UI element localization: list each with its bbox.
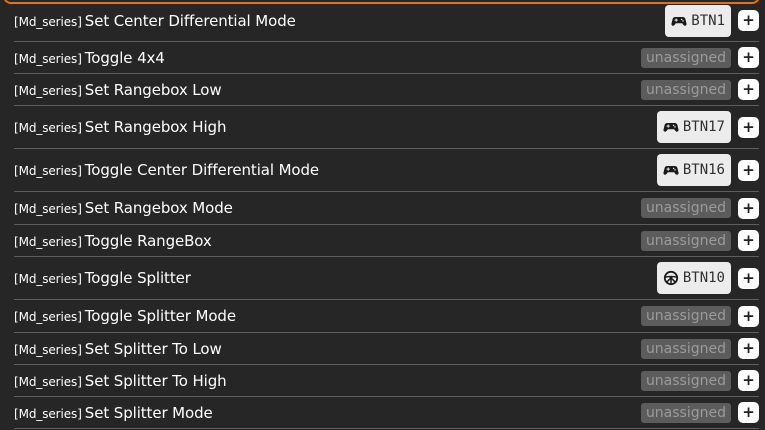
binding-controls: BTN17 + — [656, 111, 759, 143]
binding-controls: BTN16 + — [656, 154, 759, 186]
unassigned-badge[interactable]: unassigned — [640, 47, 731, 68]
binding-controls: unassigned + — [640, 402, 759, 423]
binding-button[interactable]: BTN1 — [665, 4, 731, 37]
binding-row[interactable]: [Md_series] Set Splitter To Low unassigne… — [14, 333, 759, 365]
binding-prefix: [Md_series] — [14, 234, 82, 249]
binding-controls: unassigned + — [640, 47, 759, 68]
binding-prefix: [Md_series] — [14, 83, 82, 98]
add-binding-button[interactable]: + — [738, 402, 759, 423]
binding-name: Toggle Splitter — [84, 269, 191, 287]
binding-prefix: [Md_series] — [14, 342, 82, 357]
binding-value: BTN1 — [691, 12, 725, 29]
binding-label: [Md_series] Toggle Center Differential Mo… — [14, 161, 319, 179]
gamepad-icon — [663, 119, 679, 135]
add-binding-button[interactable]: + — [738, 79, 759, 100]
add-binding-button[interactable]: + — [738, 338, 759, 359]
binding-controls: unassigned + — [640, 305, 759, 327]
add-binding-button[interactable]: + — [738, 197, 759, 219]
binding-prefix: [Md_series] — [14, 51, 82, 66]
bindings-panel: [Md_series] Set Center Differential Mode … — [0, 0, 765, 430]
binding-row[interactable]: [Md_series] Set Center Differential Mode … — [14, 0, 759, 42]
binding-value: BTN16 — [682, 162, 725, 178]
binding-label: [Md_series] Set Rangebox Mode — [14, 199, 233, 217]
binding-label: [Md_series] Set Rangebox Low — [14, 81, 222, 99]
steering-wheel-icon — [663, 270, 679, 286]
binding-label: [Md_series] Toggle 4x4 — [14, 49, 165, 67]
binding-name: Set Rangebox Mode — [84, 199, 233, 217]
binding-row[interactable]: [Md_series] Toggle Splitter Mode unassign… — [14, 300, 759, 333]
binding-row[interactable]: [Md_series] Toggle 4x4 unassigned + — [14, 42, 759, 74]
binding-label: [Md_series] Set Center Differential Mode — [14, 12, 296, 30]
binding-name: Toggle RangeBox — [84, 231, 212, 250]
binding-label: [Md_series] Set Splitter To Low — [14, 340, 222, 358]
binding-prefix: [Md_series] — [14, 164, 82, 178]
binding-controls: BTN1 + — [665, 4, 759, 37]
binding-name: Set Splitter Mode — [84, 403, 213, 422]
binding-name: Toggle Splitter Mode — [84, 307, 236, 325]
binding-value: BTN17 — [682, 119, 725, 135]
add-binding-button[interactable]: + — [738, 305, 759, 327]
binding-label: [Md_series] Toggle Splitter — [14, 269, 191, 287]
unassigned-badge[interactable]: unassigned — [640, 198, 731, 218]
binding-controls: unassigned + — [640, 338, 759, 359]
gamepad-icon — [671, 13, 687, 29]
binding-name: Set Splitter To Low — [84, 339, 222, 358]
binding-label: [Md_series] Toggle RangeBox — [14, 232, 212, 250]
unassigned-badge[interactable]: unassigned — [640, 370, 731, 391]
binding-list: [Md_series] Set Center Differential Mode … — [14, 0, 759, 429]
binding-prefix: [Md_series] — [14, 14, 82, 29]
binding-button[interactable]: BTN16 — [656, 154, 731, 186]
binding-row[interactable]: [Md_series] Toggle RangeBox unassigned + — [14, 225, 759, 257]
binding-controls: unassigned + — [640, 370, 759, 391]
unassigned-badge[interactable]: unassigned — [640, 306, 731, 326]
binding-controls: unassigned + — [640, 197, 759, 219]
add-binding-button[interactable]: + — [738, 267, 759, 289]
add-binding-button[interactable]: + — [738, 230, 759, 251]
binding-controls: unassigned + — [640, 230, 759, 251]
binding-button[interactable]: BTN17 — [656, 111, 731, 143]
binding-name: Set Center Differential Mode — [84, 11, 296, 30]
binding-row[interactable]: [Md_series] Set Rangebox High BTN17 + — [14, 106, 759, 149]
binding-prefix: [Md_series] — [14, 310, 82, 324]
add-binding-button[interactable]: + — [738, 116, 759, 138]
binding-name: Set Splitter To High — [84, 371, 227, 390]
binding-row[interactable]: [Md_series] Toggle Center Differential Mo… — [14, 149, 759, 192]
binding-button[interactable]: BTN10 — [656, 262, 731, 294]
add-binding-button[interactable]: + — [738, 10, 759, 31]
binding-prefix: [Md_series] — [14, 272, 82, 286]
unassigned-badge[interactable]: unassigned — [640, 402, 731, 423]
binding-row[interactable]: [Md_series] Toggle Splitter BTN10 + — [14, 257, 759, 300]
binding-row[interactable]: [Md_series] Set Rangebox Mode unassigned … — [14, 192, 759, 225]
binding-name: Toggle Center Differential Mode — [84, 161, 320, 179]
binding-row[interactable]: [Md_series] Set Splitter Mode unassigned … — [14, 397, 759, 429]
gamepad-icon — [663, 162, 679, 178]
binding-name: Set Rangebox Low — [84, 80, 222, 99]
binding-label: [Md_series] Set Rangebox High — [14, 118, 226, 136]
binding-controls: BTN10 + — [656, 262, 759, 294]
add-binding-button[interactable]: + — [738, 370, 759, 391]
binding-prefix: [Md_series] — [14, 406, 82, 421]
unassigned-badge[interactable]: unassigned — [640, 79, 731, 100]
add-binding-button[interactable]: + — [738, 47, 759, 68]
binding-prefix: [Md_series] — [14, 374, 82, 389]
binding-label: [Md_series] Set Splitter Mode — [14, 404, 213, 422]
binding-prefix: [Md_series] — [14, 121, 82, 135]
binding-value: BTN10 — [682, 270, 725, 286]
binding-row[interactable]: [Md_series] Set Rangebox Low unassigned + — [14, 74, 759, 106]
binding-label: [Md_series] Set Splitter To High — [14, 372, 227, 390]
binding-name: Set Rangebox High — [84, 118, 227, 136]
unassigned-badge[interactable]: unassigned — [640, 338, 731, 359]
unassigned-badge[interactable]: unassigned — [640, 230, 731, 251]
binding-row[interactable]: [Md_series] Set Splitter To High unassign… — [14, 365, 759, 397]
add-binding-button[interactable]: + — [738, 159, 759, 181]
binding-label: [Md_series] Toggle Splitter Mode — [14, 307, 236, 325]
binding-name: Toggle 4x4 — [84, 48, 165, 67]
binding-controls: unassigned + — [640, 79, 759, 100]
binding-prefix: [Md_series] — [14, 202, 82, 216]
